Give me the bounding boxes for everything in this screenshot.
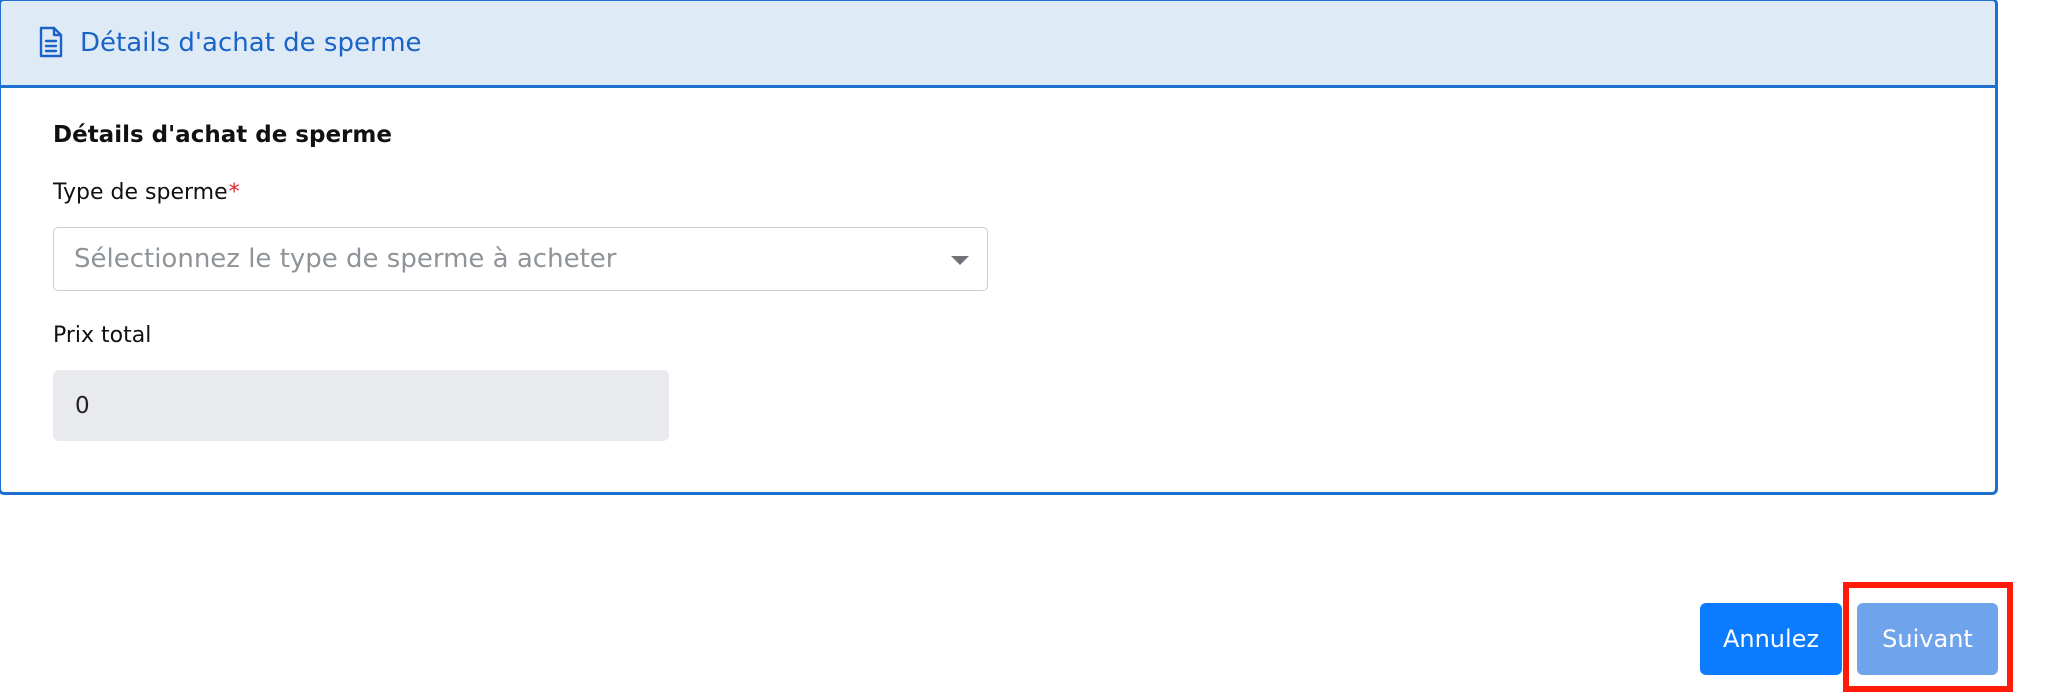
cancel-button[interactable]: Annulez: [1700, 603, 1842, 675]
document-icon: [38, 26, 68, 60]
card-title: Détails d'achat de sperme: [80, 28, 422, 58]
required-marker: *: [228, 180, 240, 205]
total-price-field: 0: [53, 370, 669, 441]
sperm-type-label: Type de sperme*: [53, 180, 240, 205]
purchase-details-card: Détails d'achat de sperme Détails d'acha…: [0, 0, 1998, 495]
sperm-type-placeholder: Sélectionnez le type de sperme à acheter: [74, 244, 617, 274]
total-price-label: Prix total: [53, 323, 152, 348]
next-button[interactable]: Suivant: [1857, 603, 1998, 675]
chevron-down-icon: [951, 256, 969, 265]
sperm-type-select[interactable]: Sélectionnez le type de sperme à acheter: [53, 227, 988, 291]
sperm-type-label-text: Type de sperme: [53, 180, 228, 205]
card-header: Détails d'achat de sperme: [1, 1, 1995, 88]
section-title: Détails d'achat de sperme: [53, 122, 392, 148]
